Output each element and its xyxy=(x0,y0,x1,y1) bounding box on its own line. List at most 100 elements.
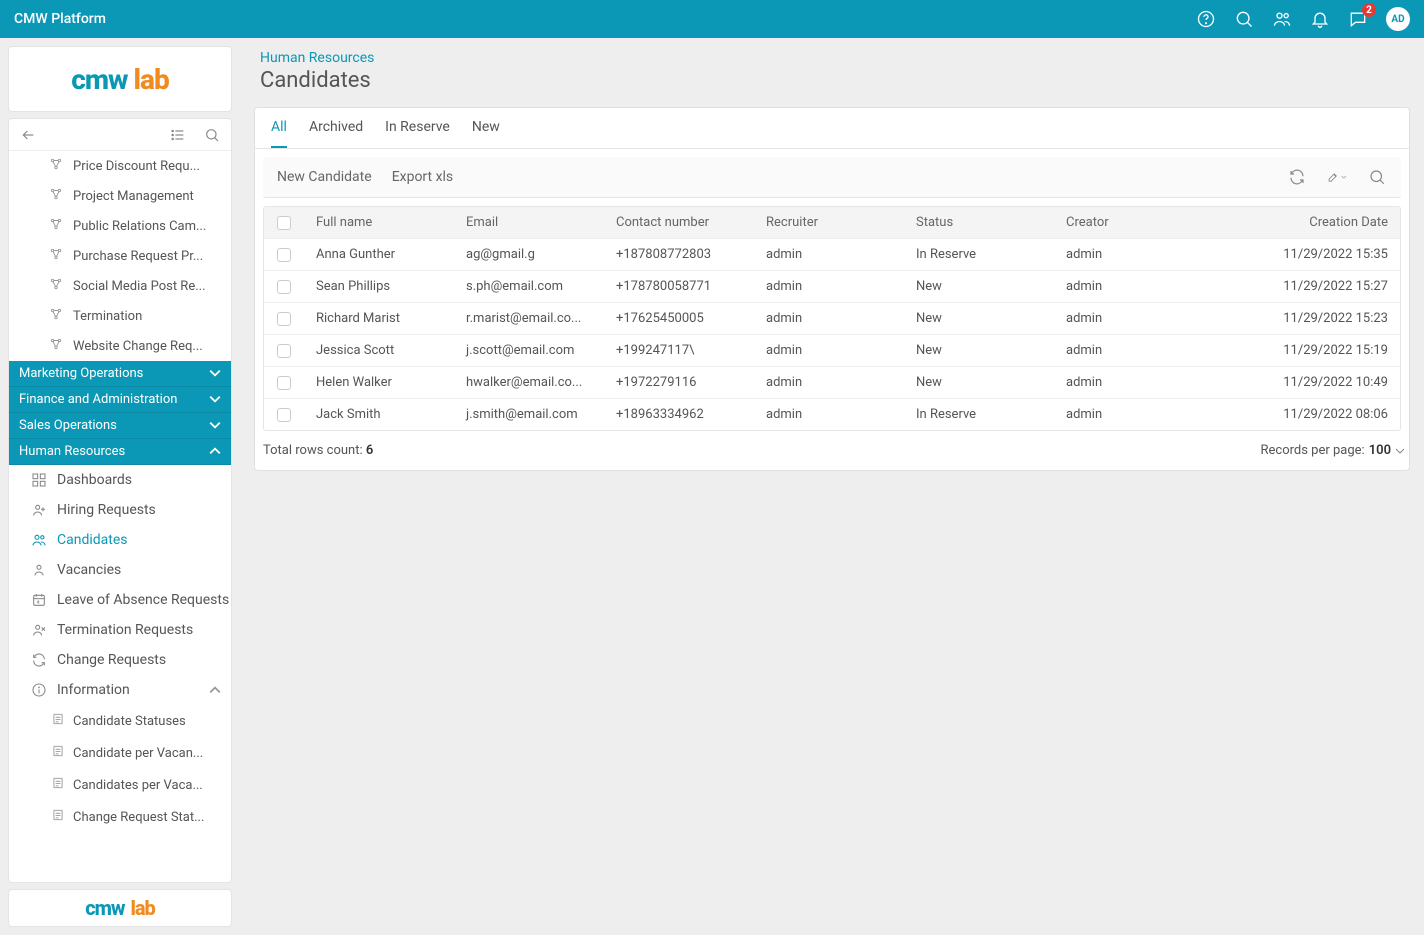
cell-date: 11/29/2022 10:49 xyxy=(1204,367,1400,398)
export-xls-button[interactable]: Export xls xyxy=(392,169,453,185)
sub-item-label: Candidates per Vaca... xyxy=(73,778,203,793)
help-icon[interactable] xyxy=(1196,9,1216,29)
sub-item[interactable]: Candidates per Vaca... xyxy=(9,769,231,801)
people-icon[interactable] xyxy=(1272,9,1292,29)
sidebar-item-label: Candidates xyxy=(57,532,128,548)
bell-icon[interactable] xyxy=(1310,9,1330,29)
tab[interactable]: All xyxy=(271,108,287,148)
list-icon[interactable] xyxy=(167,124,189,146)
sub-item[interactable]: Candidate per Vacan... xyxy=(9,737,231,769)
chevron-down-icon[interactable] xyxy=(1395,443,1405,458)
column-header[interactable]: Creation Date xyxy=(1204,207,1400,238)
table-row[interactable]: Helen Walkerhwalker@email.co...+19722791… xyxy=(264,366,1400,398)
per-page-value[interactable]: 100 xyxy=(1369,443,1391,458)
tree-item[interactable]: Purchase Request Pr... xyxy=(9,241,231,271)
column-header[interactable]: Contact number xyxy=(604,207,754,238)
sidebar-item[interactable]: Change Requests xyxy=(9,645,231,675)
collapse-icon[interactable] xyxy=(17,124,39,146)
workflow-icon xyxy=(49,187,65,205)
tab-strip: All Archived In Reserve New xyxy=(255,108,1409,149)
sidebar-item[interactable]: Candidates xyxy=(9,525,231,555)
column-header[interactable]: Email xyxy=(454,207,604,238)
checkbox-header[interactable] xyxy=(264,207,304,238)
tree-item[interactable]: Website Change Req... xyxy=(9,331,231,361)
tree-item[interactable]: Price Discount Requ... xyxy=(9,151,231,181)
sidebar-item[interactable]: Hiring Requests xyxy=(9,495,231,525)
sidebar-item[interactable]: Dashboards xyxy=(9,465,231,495)
sidebar-item[interactable]: Leave of Absence Requests xyxy=(9,585,231,615)
cell-name: Jessica Scott xyxy=(304,335,454,366)
sidebar-item-label: Hiring Requests xyxy=(57,502,156,518)
cell-date: 11/29/2022 15:23 xyxy=(1204,303,1400,334)
row-checkbox[interactable] xyxy=(264,271,304,302)
tree-item[interactable]: Project Management xyxy=(9,181,231,211)
grid-head: Full nameEmailContact numberRecruiterSta… xyxy=(264,207,1400,238)
refresh-icon[interactable] xyxy=(1287,167,1307,187)
chat-icon[interactable]: 2 xyxy=(1348,9,1368,29)
logo-part1: cmw xyxy=(71,63,127,96)
table-row[interactable]: Jack Smithj.smith@email.com+18963334962a… xyxy=(264,398,1400,430)
nav-scroll[interactable]: Price Discount Requ... Project Management… xyxy=(9,151,231,882)
cell-status: In Reserve xyxy=(904,239,1054,270)
section-head[interactable]: Human Resources xyxy=(9,439,231,465)
total-rows-value: 6 xyxy=(366,443,373,458)
tree-item[interactable]: Termination xyxy=(9,301,231,331)
sidebar-item[interactable]: Termination Requests xyxy=(9,615,231,645)
avatar[interactable]: AD xyxy=(1386,7,1410,31)
section-head[interactable]: Sales Operations xyxy=(9,413,231,439)
row-checkbox[interactable] xyxy=(264,303,304,334)
tab[interactable]: Archived xyxy=(309,108,363,148)
sidebar-item[interactable]: Information xyxy=(9,675,231,705)
sub-item[interactable]: Change Request Stat... xyxy=(9,801,231,833)
cell-name: Helen Walker xyxy=(304,367,454,398)
cell-status: New xyxy=(904,271,1054,302)
chevron-icon xyxy=(209,366,221,381)
nav-search-icon[interactable] xyxy=(201,124,223,146)
row-checkbox[interactable] xyxy=(264,239,304,270)
sidebar-item-label: Termination Requests xyxy=(57,622,193,638)
chevron-icon xyxy=(209,418,221,433)
section-label: Finance and Administration xyxy=(19,392,177,407)
tree-item-label: Project Management xyxy=(73,189,194,204)
table-row[interactable]: Anna Guntherag@gmail.g+187808772803admin… xyxy=(264,238,1400,270)
cell-creator: admin xyxy=(1054,303,1204,334)
new-candidate-button[interactable]: New Candidate xyxy=(277,169,372,185)
edit-icon[interactable] xyxy=(1327,167,1347,187)
cell-status: New xyxy=(904,367,1054,398)
search-icon[interactable] xyxy=(1234,9,1254,29)
table-row[interactable]: Sean Phillipss.ph@email.com+178780058771… xyxy=(264,270,1400,302)
tab[interactable]: New xyxy=(472,108,500,148)
section-head[interactable]: Finance and Administration xyxy=(9,387,231,413)
sidebar-item[interactable]: Vacancies xyxy=(9,555,231,585)
cell-phone: +187808772803 xyxy=(604,239,754,270)
document-icon xyxy=(51,744,65,762)
column-header[interactable]: Full name xyxy=(304,207,454,238)
row-checkbox[interactable] xyxy=(264,367,304,398)
tab[interactable]: In Reserve xyxy=(385,108,450,148)
table-search-icon[interactable] xyxy=(1367,167,1387,187)
tree-item[interactable]: Social Media Post Re... xyxy=(9,271,231,301)
column-header[interactable]: Creator xyxy=(1054,207,1204,238)
table-row[interactable]: Jessica Scottj.scott@email.com+199247117… xyxy=(264,334,1400,366)
topbar: CMW Platform 2 AD xyxy=(0,0,1424,38)
crumb-parent[interactable]: Human Resources xyxy=(260,50,1404,66)
cell-date: 11/29/2022 08:06 xyxy=(1204,399,1400,430)
row-checkbox[interactable] xyxy=(264,399,304,430)
row-checkbox[interactable] xyxy=(264,335,304,366)
cell-name: Jack Smith xyxy=(304,399,454,430)
nav-card: Price Discount Requ... Project Management… xyxy=(8,118,232,883)
column-header[interactable]: Status xyxy=(904,207,1054,238)
per-page-label: Records per page: xyxy=(1261,443,1365,458)
chevron-icon xyxy=(209,444,221,459)
tree-item[interactable]: Public Relations Cam... xyxy=(9,211,231,241)
total-rows-label: Total rows count: xyxy=(263,443,363,458)
cell-email: hwalker@email.co... xyxy=(454,367,604,398)
table-row[interactable]: Richard Maristr.marist@email.co...+17625… xyxy=(264,302,1400,334)
logo-part2: lab xyxy=(133,63,168,96)
document-icon xyxy=(51,808,65,826)
cell-phone: +1972279116 xyxy=(604,367,754,398)
column-header[interactable]: Recruiter xyxy=(754,207,904,238)
sub-item[interactable]: Candidate Statuses xyxy=(9,705,231,737)
sidebar-item-icon xyxy=(31,532,47,548)
section-head[interactable]: Marketing Operations xyxy=(9,361,231,387)
